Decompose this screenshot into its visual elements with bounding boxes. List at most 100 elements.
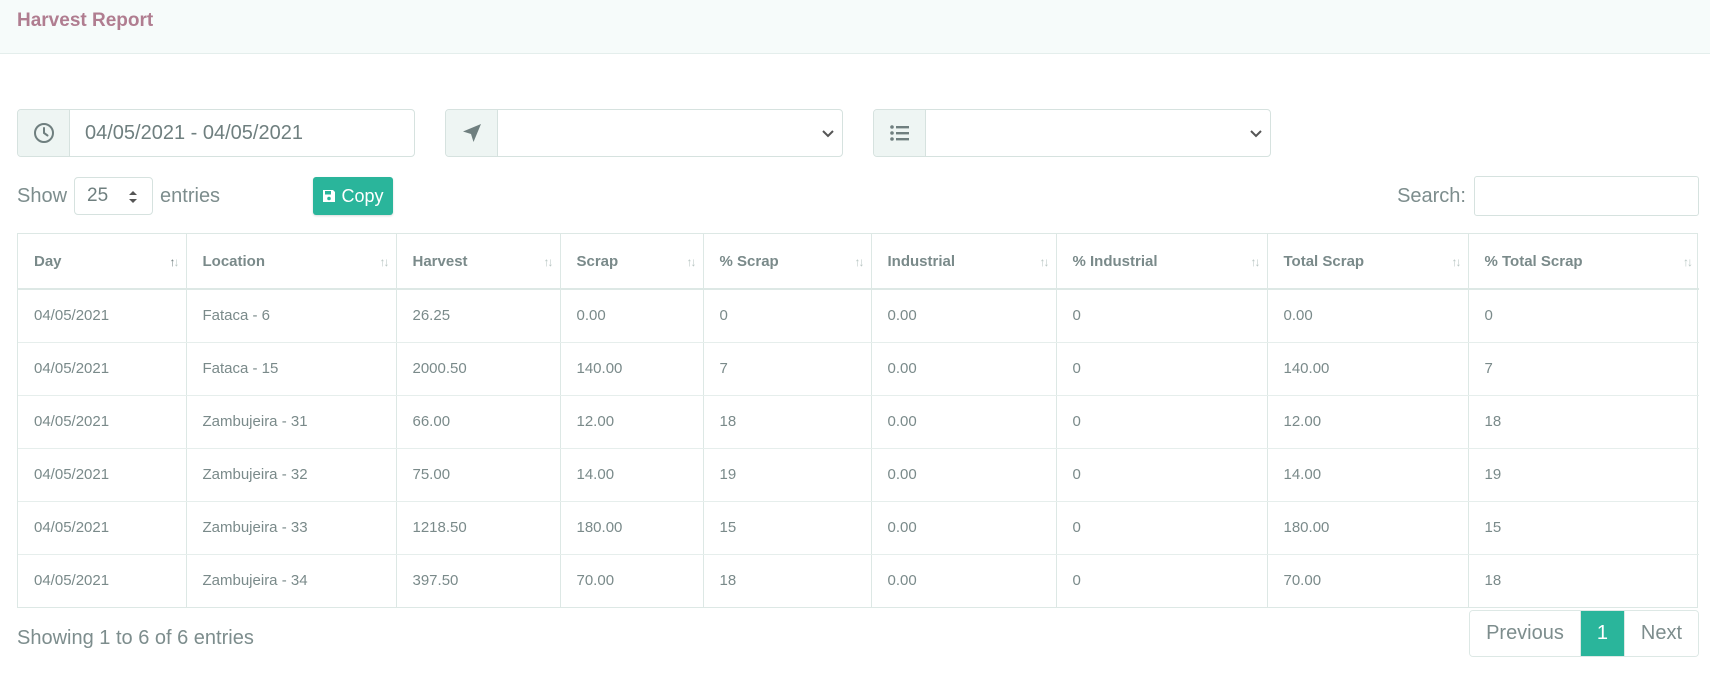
- page-title: Harvest Report: [17, 10, 154, 31]
- cell-total-scrap: 70.00: [1267, 554, 1469, 607]
- column-header-harvest[interactable]: Harvest ↑↓: [396, 234, 561, 290]
- cell-pct-scrap: 0: [703, 289, 872, 343]
- cell-day: 04/05/2021: [18, 448, 187, 502]
- show-label: Show: [17, 184, 68, 207]
- copy-label: Copy: [341, 185, 384, 206]
- cell-location: Zambujeira - 33: [186, 501, 397, 555]
- chevron-down-icon: [822, 130, 834, 138]
- table-row: 04/05/2021 Zambujeira - 34 397.50 70.00 …: [18, 554, 1699, 607]
- column-header-industrial[interactable]: Industrial ↑↓: [871, 234, 1057, 290]
- cell-pct-total-scrap: 15: [1468, 501, 1699, 555]
- search-label: Search:: [1397, 184, 1466, 207]
- cell-day: 04/05/2021: [18, 289, 187, 343]
- cell-day: 04/05/2021: [18, 342, 187, 396]
- location-addon: [446, 110, 498, 156]
- column-label: % Industrial: [1072, 252, 1158, 270]
- column-header-pct-total-scrap[interactable]: % Total Scrap ↑↓: [1468, 234, 1699, 290]
- sort-asc-icon: ↑↓: [169, 255, 180, 269]
- cell-pct-total-scrap: 18: [1468, 395, 1699, 449]
- search-input[interactable]: [1474, 176, 1699, 216]
- column-header-pct-scrap[interactable]: % Scrap ↑↓: [703, 234, 872, 290]
- copy-button[interactable]: Copy: [313, 177, 393, 215]
- column-label: % Total Scrap: [1484, 252, 1583, 270]
- cell-total-scrap: 12.00: [1267, 395, 1469, 449]
- cell-scrap: 70.00: [560, 554, 704, 607]
- cell-industrial: 0.00: [871, 289, 1057, 343]
- page-1-button[interactable]: 1: [1579, 611, 1624, 656]
- cell-pct-scrap: 19: [703, 448, 872, 502]
- cell-pct-industrial: 0: [1056, 554, 1268, 607]
- select-arrows-icon: [129, 191, 138, 203]
- cell-scrap: 14.00: [560, 448, 704, 502]
- entries-label: entries: [160, 184, 221, 207]
- cell-pct-scrap: 15: [703, 501, 872, 555]
- pagination: Previous 1 Next: [1469, 610, 1699, 657]
- location-select[interactable]: [498, 110, 842, 156]
- cell-day: 04/05/2021: [18, 395, 187, 449]
- cell-pct-total-scrap: 7: [1468, 342, 1699, 396]
- page-length-select[interactable]: 25: [74, 177, 154, 215]
- cell-pct-total-scrap: 19: [1468, 448, 1699, 502]
- cell-total-scrap: 14.00: [1267, 448, 1469, 502]
- cell-industrial: 0.00: [871, 395, 1057, 449]
- table-row: 04/05/2021 Zambujeira - 33 1218.50 180.0…: [18, 501, 1699, 555]
- previous-page-button[interactable]: Previous: [1470, 611, 1580, 656]
- cell-pct-industrial: 0: [1056, 501, 1268, 555]
- category-addon: [874, 110, 926, 156]
- table-row: 04/05/2021 Fataca - 6 26.25 0.00 0 0.00 …: [18, 289, 1699, 343]
- cell-pct-total-scrap: 0: [1468, 289, 1699, 343]
- cell-harvest: 26.25: [396, 289, 561, 343]
- clock-icon: [33, 123, 54, 143]
- cell-pct-industrial: 0: [1056, 448, 1268, 502]
- cell-day: 04/05/2021: [18, 554, 187, 607]
- save-icon: [323, 190, 336, 202]
- category-filter[interactable]: [873, 109, 1271, 157]
- harvest-table: Day ↑↓ Location ↑↓ Harvest ↑↓ Scrap ↑↓ % Scr…: [17, 233, 1699, 608]
- cell-industrial: 0.00: [871, 554, 1057, 607]
- sort-icon: ↑↓: [379, 255, 390, 269]
- column-label: Industrial: [887, 252, 956, 270]
- search-control: Search:: [1397, 176, 1699, 216]
- column-header-total-scrap[interactable]: Total Scrap ↑↓: [1267, 234, 1469, 290]
- sort-icon: ↑↓: [1683, 255, 1693, 269]
- cell-pct-scrap: 7: [703, 342, 872, 396]
- table-info: Showing 1 to 6 of 6 entries: [17, 627, 254, 649]
- column-header-location[interactable]: Location ↑↓: [186, 234, 397, 290]
- table-row: 04/05/2021 Zambujeira - 31 66.00 12.00 1…: [18, 395, 1699, 449]
- sort-icon: ↑↓: [1039, 255, 1050, 269]
- cell-location: Zambujeira - 31: [186, 395, 397, 449]
- sort-icon: ↑↓: [686, 255, 697, 269]
- cell-scrap: 180.00: [560, 501, 704, 555]
- column-header-pct-industrial[interactable]: % Industrial ↑↓: [1056, 234, 1268, 290]
- date-range-filter[interactable]: 04/05/2021 - 04/05/2021: [17, 109, 415, 157]
- cell-harvest: 397.50: [396, 554, 561, 607]
- cell-location: Zambujeira - 32: [186, 448, 397, 502]
- column-label: % Scrap: [719, 252, 779, 270]
- cell-pct-scrap: 18: [703, 395, 872, 449]
- date-range-input[interactable]: 04/05/2021 - 04/05/2021: [70, 110, 414, 156]
- sort-icon: ↑↓: [543, 255, 554, 269]
- location-arrow-icon: [462, 124, 481, 142]
- cell-industrial: 0.00: [871, 501, 1057, 555]
- column-header-scrap[interactable]: Scrap ↑↓: [560, 234, 704, 290]
- cell-industrial: 0.00: [871, 342, 1057, 396]
- list-icon: [889, 125, 909, 141]
- cell-pct-industrial: 0: [1056, 395, 1268, 449]
- cell-pct-total-scrap: 18: [1484, 572, 1502, 590]
- location-filter[interactable]: [445, 109, 843, 157]
- table-row: 04/05/2021 Fataca - 15 2000.50 140.00 7 …: [18, 342, 1699, 396]
- next-page-button[interactable]: Next: [1623, 611, 1698, 656]
- cell-scrap: 140.00: [560, 342, 704, 396]
- cell-harvest: 66.00: [396, 395, 561, 449]
- cell-scrap: 12.00: [560, 395, 704, 449]
- cell-location: Zambujeira - 34: [186, 554, 397, 607]
- column-label: Scrap: [576, 252, 619, 270]
- column-label: Total Scrap: [1283, 252, 1365, 270]
- column-label: Harvest: [412, 252, 468, 270]
- page-length-control: Show 25 entries: [17, 177, 220, 215]
- category-select[interactable]: [926, 110, 1270, 156]
- column-header-day[interactable]: Day ↑↓: [18, 234, 187, 290]
- cell-harvest: 75.00: [396, 448, 561, 502]
- cell-scrap: 0.00: [560, 289, 704, 343]
- cell-location: Fataca - 15: [186, 342, 397, 396]
